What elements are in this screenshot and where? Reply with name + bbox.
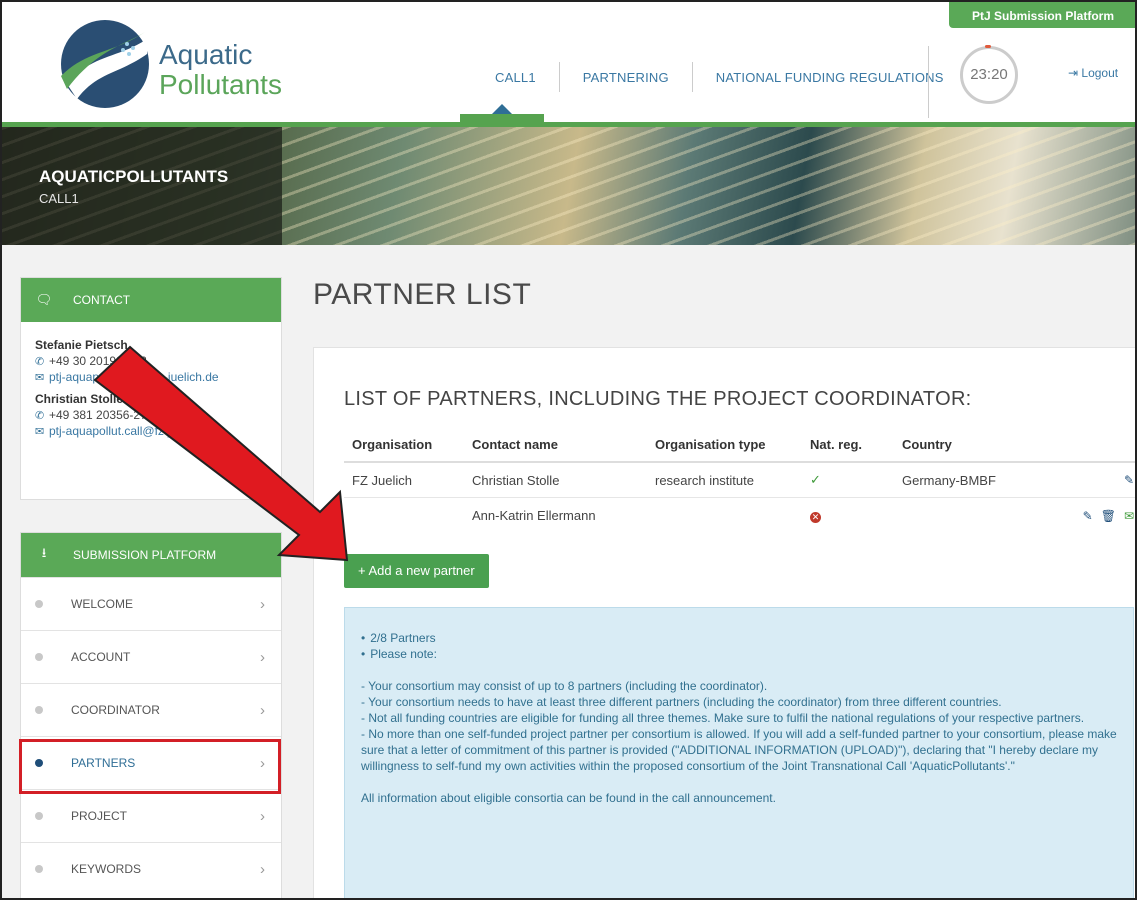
hero-banner: AQUATICPOLLUTANTS CALL1 [2,127,1135,245]
chevron-right-icon: › [260,701,265,719]
chat-bubble-icon: 🗨 [35,292,53,307]
info-alert: 2/8 Partners Please note: - Your consort… [344,607,1134,898]
sidebar-item-label: ACCOUNT [71,650,131,664]
cell-contact-name: Christian Stolle [472,472,560,488]
logout-label: Logout [1081,66,1119,80]
logo-line-2: Pollutants [159,69,282,100]
info-rule: - Your consortium may consist of up to 8… [361,679,768,693]
error-circle-icon: ✕ [810,512,821,523]
sidebar-item-keywords[interactable]: KEYWORDS › [21,842,281,895]
contact-list: Stefanie Pietsch ✆ +49 30 20199-452 ✉ pt… [21,322,281,454]
sidebar-item-project[interactable]: PROJECT › [21,789,281,842]
status-dot [35,812,43,820]
session-timer: 23:20 [960,45,1018,104]
sidebar-item-label: COORDINATOR [71,703,160,717]
sidebar-item-label: WELCOME [71,597,134,611]
column-header: Organisation [352,437,433,452]
header-divider [928,46,929,118]
chevron-right-icon: › [260,595,265,613]
phone-icon: ✆ [35,409,45,422]
submission-platform-menu: ⭳ SUBMISSION PLATFORM WELCOME › ACCOUNT … [20,532,282,898]
info-bullets: 2/8 Partners Please note: [361,630,1117,662]
status-dot [35,653,43,661]
contact-heading: CONTACT [73,293,131,307]
banner-title: AQUATICPOLLUTANTS [39,167,229,186]
column-header: Contact name [472,437,558,452]
contact-phone: ✆ +49 30 20199-452 [35,354,267,368]
sidebar-item-account[interactable]: ACCOUNT › [21,630,281,683]
annotation-highlight-box [19,739,281,794]
logout-link[interactable]: ⇥ Logout [1068,66,1118,80]
contact-header: 🗨 CONTACT [21,278,281,322]
logo-line-1: Aquatic [159,39,253,70]
column-header: Organisation type [655,437,766,452]
chevron-right-icon: › [260,807,265,825]
main-nav: CALL1 PARTNERING NATIONAL FUNDING REGULA… [472,62,967,92]
phone-icon: ✆ [35,355,45,368]
contact-email-address[interactable]: ptj-aquapollut.call@fz-juelich.de [49,370,219,384]
column-header: Country [902,437,952,452]
contact-phone: ✆ +49 381 20356-275 [35,408,267,422]
sidebar-item-welcome[interactable]: WELCOME › [21,577,281,630]
partner-list-panel: LIST OF PARTNERS, INCLUDING THE PROJECT … [313,347,1135,898]
contact-box: 🗨 CONTACT Stefanie Pietsch ✆ +49 30 2019… [20,277,282,500]
panel-title: LIST OF PARTNERS, INCLUDING THE PROJECT … [344,388,972,410]
status-dot [35,706,43,714]
trash-icon[interactable]: 🗑 [1101,509,1116,523]
add-new-partner-button[interactable]: + Add a new partner [344,554,489,588]
submission-header: ⭳ SUBMISSION PLATFORM [21,533,281,577]
info-footer: All information about eligible consortia… [361,791,776,805]
site-header: PtJ Submission Platform Aquatic Pollutan… [2,2,1135,124]
submission-heading: SUBMISSION PLATFORM [73,548,217,562]
contact-email[interactable]: ✉ ptj-aquapollut.call@fz-juelich.de [35,424,267,438]
contact-name: Christian Stolle [35,392,124,406]
timer-value: 23:20 [970,66,1008,83]
active-nav-indicator [460,104,544,122]
status-dot [35,865,43,873]
envelope-icon[interactable]: ✉ [1124,509,1134,523]
logo-wordmark: Aquatic Pollutants [159,40,282,100]
chevron-right-icon: › [260,860,265,878]
cell-country: Germany-BMBF [902,472,996,488]
cell-contact-name: Ann-Katrin Ellermann [472,508,596,523]
platform-tag: PtJ Submission Platform [949,2,1135,28]
pencil-icon[interactable]: ✎ [1124,473,1134,487]
cell-organisation-type: research institute [655,472,754,488]
nav-item-partnering[interactable]: PARTNERING [560,70,692,85]
table-header-row: Organisation Contact name Organisation t… [344,428,1135,463]
sidebar-item-coordinator[interactable]: COORDINATOR › [21,683,281,736]
cell-organisation: FZ Juelich [352,472,412,488]
contact-email[interactable]: ✉ ptj-aquapollut.call@fz-juelich.de [35,370,267,384]
nav-item-national-funding-regulations[interactable]: NATIONAL FUNDING REGULATIONS [693,70,967,85]
contact-phone-number: +49 30 20199-452 [49,354,147,368]
info-rule: - Your consortium needs to have at least… [361,695,1002,709]
info-rule: - No more than one self-funded project p… [361,727,1117,773]
envelope-icon: ✉ [35,371,45,384]
column-header: Nat. reg. [810,437,863,452]
app-window: PtJ Submission Platform Aquatic Pollutan… [0,0,1137,900]
download-icon: ⭳ [41,545,47,560]
list-item: 2/8 Partners [361,630,1117,646]
table-row: FZ Juelich Christian Stolle research ins… [344,463,1135,498]
chevron-right-icon: › [260,648,265,666]
page-title: PARTNER LIST [313,278,532,311]
table-row: Ann-Katrin Ellermann ✕ ✎ 🗑 ✉ [344,498,1135,533]
pencil-icon[interactable]: ✎ [1083,509,1093,523]
list-item: Please note: [361,646,1117,662]
nav-item-call1[interactable]: CALL1 [472,70,559,85]
envelope-icon: ✉ [35,425,45,438]
partner-table: Organisation Contact name Organisation t… [344,428,1135,533]
logout-icon: ⇥ [1068,66,1079,80]
sidebar-item-label: PROJECT [71,809,128,823]
contact-email-address[interactable]: ptj-aquapollut.call@fz-juelich.de [49,424,219,438]
contact-phone-number: +49 381 20356-275 [49,408,154,422]
checkmark-icon: ✓ [810,472,821,487]
sidebar-item-label: KEYWORDS [71,862,142,876]
status-dot [35,600,43,608]
banner-subtitle: CALL1 [39,191,79,206]
info-rule: - Not all funding countries are eligible… [361,711,1085,725]
contact-name: Stefanie Pietsch [35,338,128,352]
